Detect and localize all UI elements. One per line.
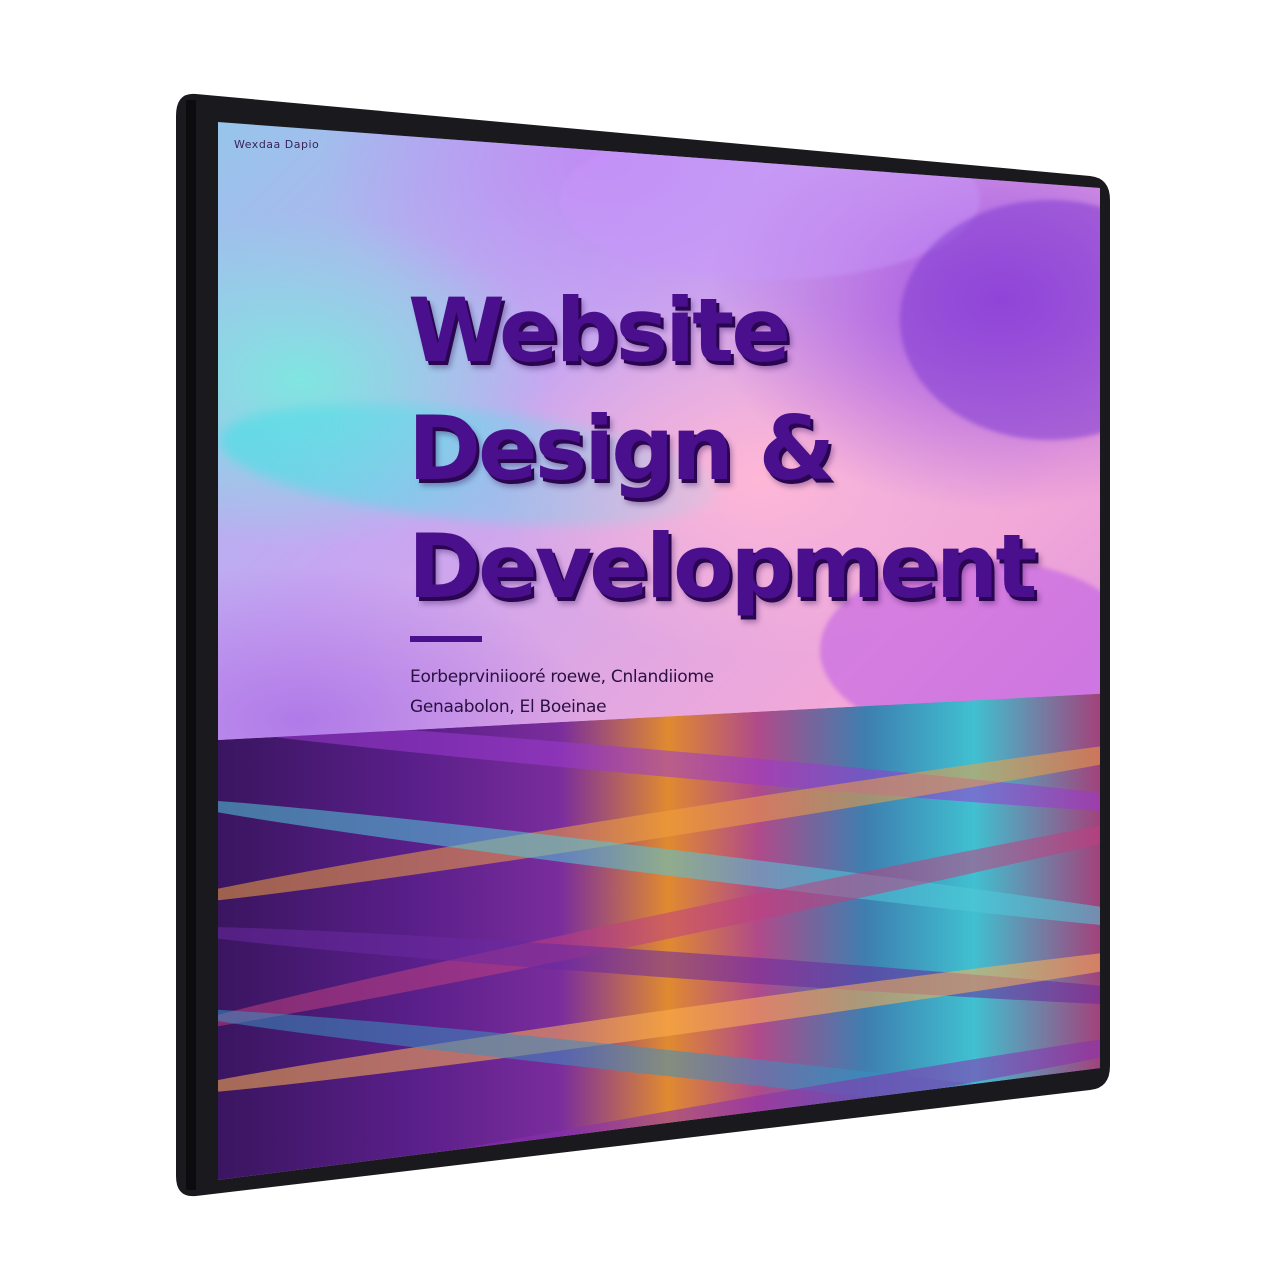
- brand-label: Wexdaa Dapio: [234, 138, 320, 151]
- headline-line-1: Website: [408, 279, 791, 382]
- hero-subtitle: Eorbeprviniiooré roewe, Cnlandiiome Gena…: [410, 662, 714, 722]
- display-panel: Wexdaa Dapio Website Design & Developmen…: [0, 0, 1280, 1280]
- subtitle-line-1: Eorbeprviniiooré roewe, Cnlandiiome: [410, 667, 714, 687]
- headline-line-2: Design &: [408, 397, 835, 500]
- hero-headline: Website Design & Development: [408, 272, 1037, 626]
- headline-line-3: Development: [408, 515, 1037, 618]
- accent-rule: [410, 636, 482, 642]
